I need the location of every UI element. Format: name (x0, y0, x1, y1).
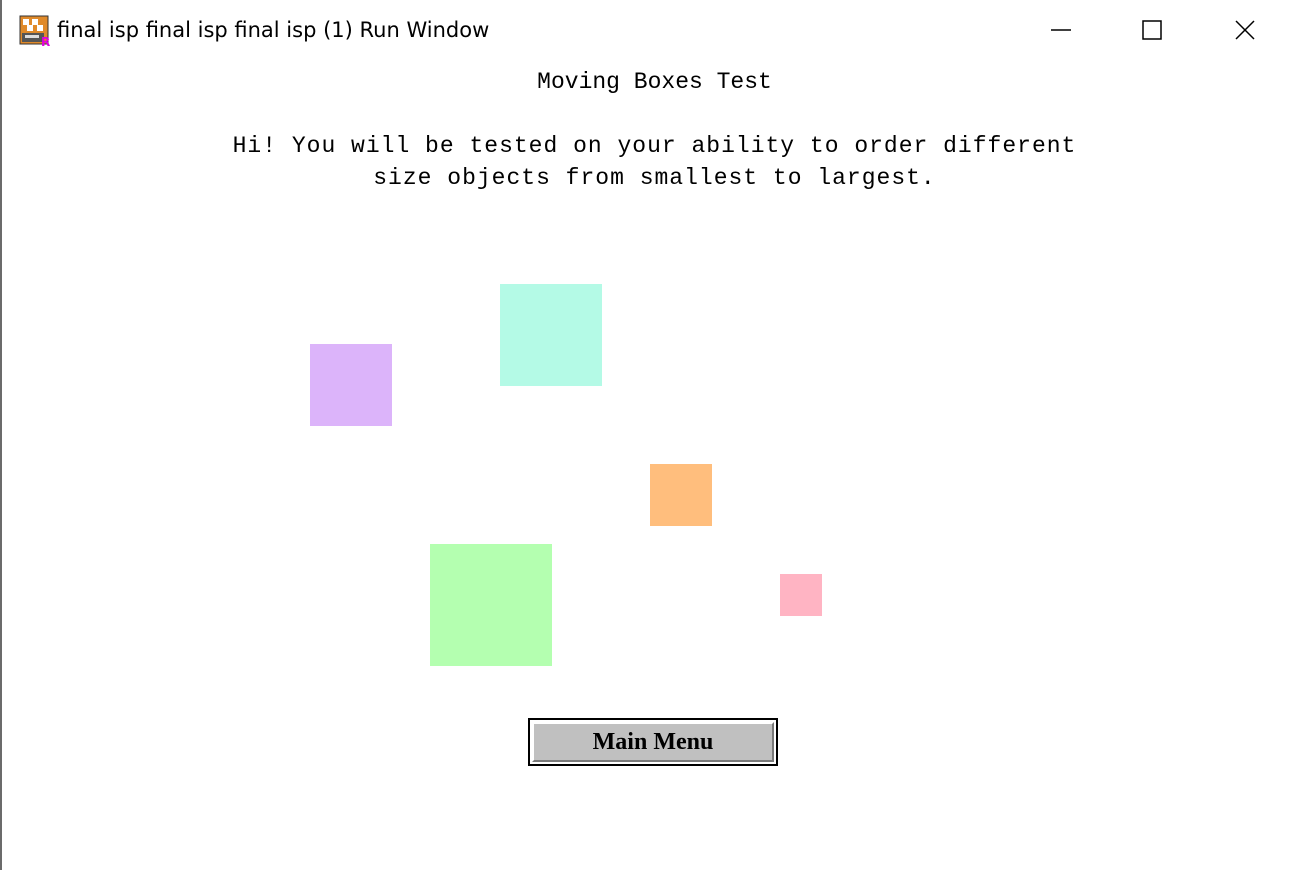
close-button[interactable] (1222, 10, 1268, 50)
title-bar[interactable]: R final isp final isp final isp (1) Run … (2, 0, 1289, 62)
intro-text-line1: Hi! You will be tested on your ability t… (232, 133, 1077, 159)
main-menu-button[interactable]: Main Menu (528, 718, 778, 766)
svg-text:R: R (41, 35, 50, 47)
run-window: R final isp final isp final isp (1) Run … (0, 0, 1289, 870)
minimize-button[interactable] (1038, 10, 1084, 50)
intro-text-line2: size objects from smallest to largest. (373, 165, 936, 191)
page-title: Moving Boxes Test (537, 69, 772, 95)
minimize-icon (1051, 29, 1071, 31)
cyan-box[interactable] (500, 284, 602, 386)
purple-box[interactable] (310, 344, 392, 426)
pink-box[interactable] (780, 574, 822, 616)
maximize-button[interactable] (1129, 10, 1175, 50)
window-title: final isp final isp final isp (1) Run Wi… (57, 18, 490, 42)
main-menu-label: Main Menu (532, 722, 774, 762)
orange-box[interactable] (650, 464, 712, 526)
maximize-icon (1142, 20, 1162, 40)
close-icon (1235, 20, 1255, 40)
green-box[interactable] (430, 544, 552, 666)
app-icon: R (19, 15, 52, 49)
